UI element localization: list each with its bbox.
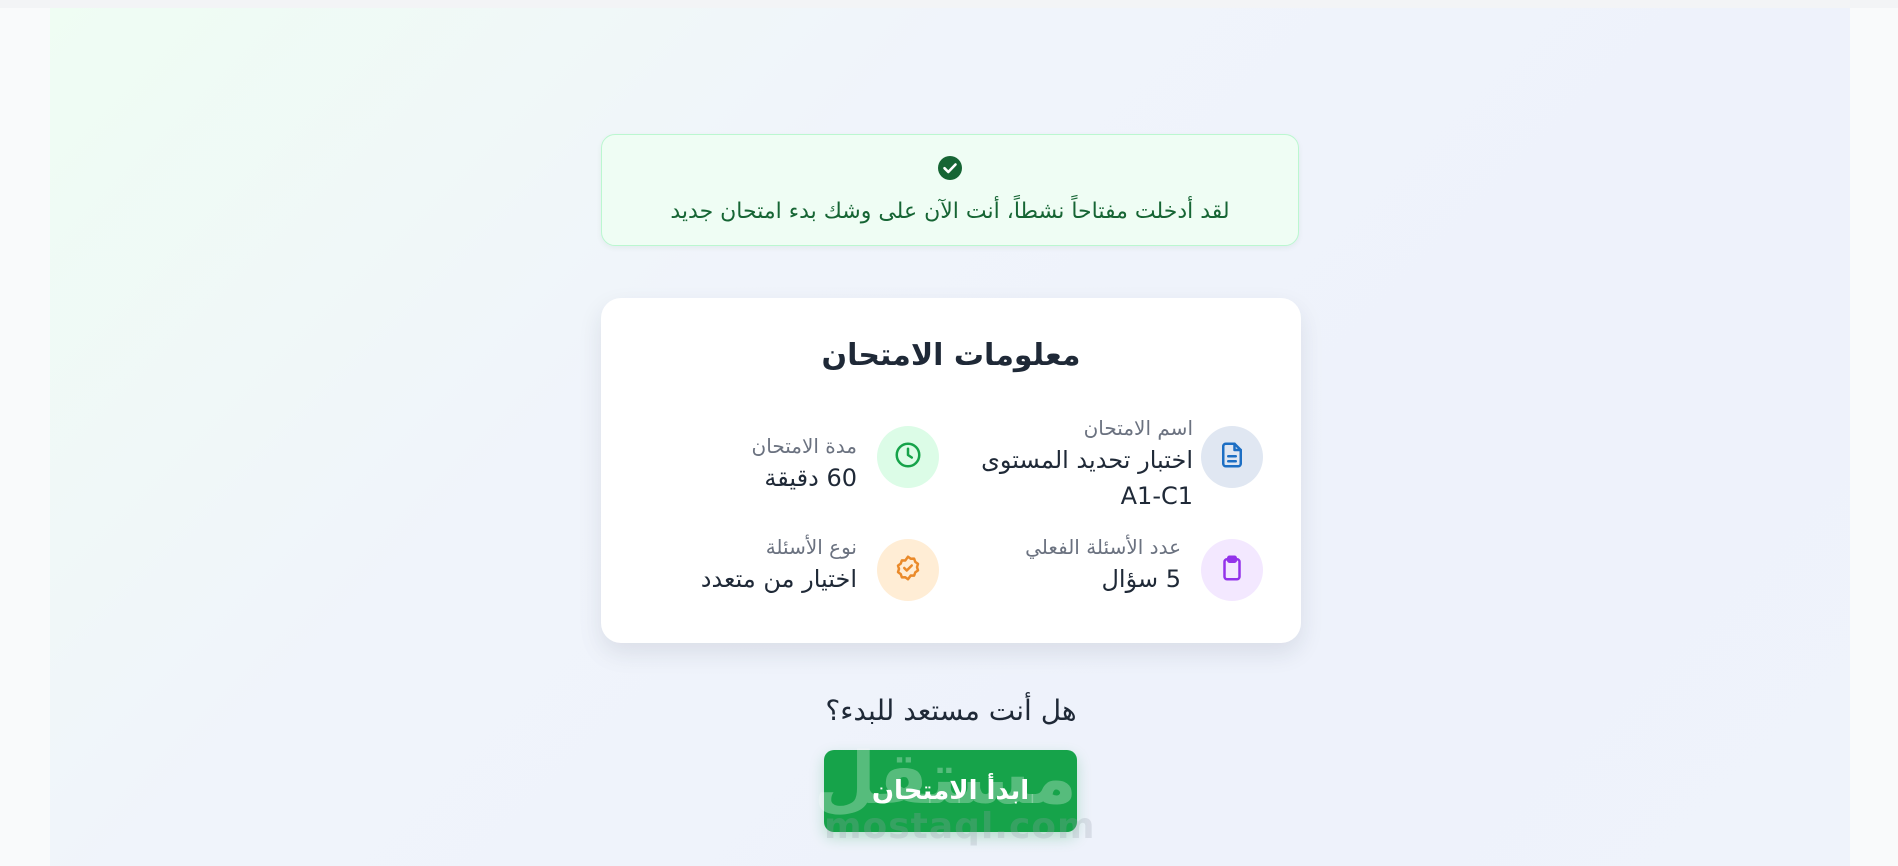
info-item-duration: مدة الامتحان 60 دقيقة	[639, 426, 939, 496]
check-badge-icon-circle	[877, 539, 939, 601]
info-value-duration: 60 دقيقة	[764, 464, 857, 492]
success-alert: لقد أدخلت مفتاحاً نشطاً، أنت الآن على وش…	[601, 134, 1299, 246]
alert-message: لقد أدخلت مفتاحاً نشطاً، أنت الآن على وش…	[670, 199, 1230, 224]
start-exam-button[interactable]: ابدأ الامتحان	[824, 750, 1077, 832]
info-value-question-count: 5 سؤال	[1101, 565, 1181, 593]
info-value-exam-name-line2: A1-C1	[1120, 482, 1193, 510]
info-value-question-type: اختيار من متعدد	[700, 565, 857, 593]
info-item-question-type: نوع الأسئلة اختيار من متعدد	[639, 535, 939, 609]
info-label-question-count: عدد الأسئلة الفعلي	[1025, 535, 1181, 559]
ready-prompt: هل أنت مستعد للبدء؟	[825, 694, 1077, 727]
info-label-question-type: نوع الأسئلة	[765, 535, 857, 559]
top-bar	[0, 0, 1898, 8]
clock-icon	[893, 440, 923, 474]
clock-icon-circle	[877, 426, 939, 488]
page: لقد أدخلت مفتاحاً نشطاً، أنت الآن على وش…	[0, 0, 1898, 866]
document-icon-circle	[1201, 426, 1263, 488]
clipboard-icon-circle	[1201, 539, 1263, 601]
document-icon	[1217, 440, 1247, 474]
info-label-duration: مدة الامتحان	[751, 434, 857, 458]
info-value-exam-name: اختبار تحديد المستوى A1-C1	[953, 442, 1193, 514]
info-value-exam-name-line1: اختبار تحديد المستوى	[981, 446, 1193, 474]
clipboard-icon	[1217, 553, 1247, 587]
info-item-exam-name: اسم الامتحان اختبار تحديد المستوى A1-C1	[963, 416, 1263, 526]
check-circle-icon	[937, 155, 963, 181]
check-badge-icon	[893, 553, 923, 587]
exam-info-card: معلومات الامتحان اسم الامتحان اختبار تحد…	[601, 298, 1301, 643]
card-title: معلومات الامتحان	[821, 338, 1081, 373]
info-item-question-count: عدد الأسئلة الفعلي 5 سؤال	[963, 535, 1263, 609]
info-label-exam-name: اسم الامتحان	[1083, 416, 1193, 440]
